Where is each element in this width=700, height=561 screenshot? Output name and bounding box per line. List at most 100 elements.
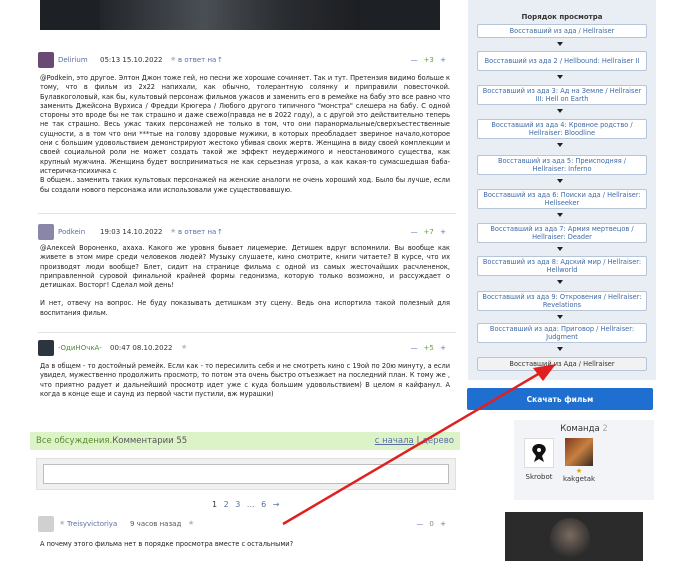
comment-body: А почему этого фильма нет в порядке прос… [40,540,294,548]
avatar[interactable] [38,224,54,240]
up-arrow-icon[interactable]: ↑ [217,228,223,236]
avatar[interactable] [38,516,54,532]
comment-input[interactable] [43,464,449,484]
page-left-gutter [0,0,18,561]
comments-count: Комментарии 55 [112,436,188,446]
comment-header: ★ Treisyvictoriya 9 часов назад ★ — 0 + [38,516,456,532]
comment-date: 19:03 14.10.2022 [100,228,163,236]
vote-down-button[interactable]: — [411,56,418,64]
team-label: Команда [560,424,600,434]
watch-order-title: Порядок просмотра [521,13,603,21]
star-icon[interactable]: ★ [170,227,176,235]
watch-order-item[interactable]: Восставший из ада 8: Адский мир / Hellra… [477,256,647,276]
comment-author[interactable]: Treisyvictoriya [67,520,117,528]
comment-header: -ОдиНОчкА- 00:47 08.10.2022 ★ — +5 + [38,340,456,356]
sort-from-start-link[interactable]: с начала [375,436,414,446]
star-icon: ★ [575,467,583,475]
comment-score: — +7 + [411,228,446,236]
comment-text: Да в общем - то достойный ремейк. Если к… [40,362,450,399]
comment-body-2: И нет, отвечу на вопрос. Не буду показыв… [40,299,450,317]
page-link[interactable]: 6 [261,500,266,509]
team-member[interactable]: Skrobot [524,438,554,481]
reply-to-link[interactable]: в ответ на [178,228,216,236]
page-link[interactable]: 2 [224,500,229,509]
comment-body-2: В общем.. заменить таких культовых персо… [40,176,450,194]
watch-order-item[interactable]: Восставший из ада 5: Преисподняя / Hellr… [477,155,647,175]
banner-image [100,0,360,30]
up-arrow-icon[interactable]: ↑ [217,56,223,64]
watch-order-item[interactable]: Восставший из ада 4: Кровное родство / H… [477,119,647,139]
comment-body: @Алексей Вороненко, ахаха. Какого же уро… [40,244,450,290]
score-value: 0 [429,520,434,528]
cobra-logo-icon [532,444,546,462]
watch-order-panel: Порядок просмотра Восставший из ада / He… [468,0,656,380]
vote-up-button[interactable]: + [440,56,446,64]
movie-still-banner [40,0,440,30]
comment-author[interactable]: -ОдиНОчкА- [58,344,102,352]
team-panel: Команда 2 Skrobot ★ kakgetak [514,420,654,500]
watch-order-item[interactable]: Восставший из ада 2 / Hellbound: Hellrai… [477,51,647,71]
member-avatar[interactable] [524,438,554,468]
star-icon[interactable]: ★ [188,519,194,527]
sort-controls: с начала | дерево [375,436,454,446]
watch-order-item[interactable]: Восставший из ада: Приговор / Hellraiser… [477,323,647,343]
down-arrow-icon [557,109,563,113]
down-arrow-icon [557,179,563,183]
star-icon[interactable]: ★ [181,343,187,351]
movie-poster[interactable] [505,512,643,561]
vote-down-button[interactable]: — [411,344,418,352]
member-avatar[interactable] [565,438,593,466]
watch-order-item[interactable]: Восставший из Ада / Hellraiser [477,357,647,371]
download-button[interactable]: Скачать фильм [467,388,653,410]
page-link[interactable]: 1 [212,500,217,509]
down-arrow-icon [557,315,563,319]
team-count: 2 [602,424,608,434]
down-arrow-icon [557,347,563,351]
comment-text: А почему этого фильма нет в порядке прос… [40,540,450,549]
avatar[interactable] [38,340,54,356]
sort-tree-link[interactable]: дерево [422,436,454,446]
comment-score: — +5 + [411,344,446,352]
divider [38,213,456,214]
discussion-title: Все обсуждения.Комментарии 55 [36,436,187,446]
team-member[interactable]: ★ kakgetak [562,438,596,483]
avatar[interactable] [38,52,54,68]
page-link[interactable]: 3 [235,500,240,509]
comment-body: Да в общем - то достойный ремейк. Если к… [40,362,450,398]
pagination: 1 2 3 ... 6 → [212,500,283,509]
all-discussions-link[interactable]: Все обсуждения. [36,436,112,446]
comment-author[interactable]: Podkein [58,228,85,236]
next-page-button[interactable]: → [273,500,280,509]
vote-up-button[interactable]: + [440,520,446,528]
team-title: Команда 2 [514,424,654,434]
star-icon[interactable]: ★ [170,55,176,63]
member-name[interactable]: kakgetak [562,475,596,483]
star-icon[interactable]: ★ [59,519,65,527]
watch-order-item[interactable]: Восставший из ада 7: Армия мертвецов / H… [477,223,647,243]
comment-header: Delirium 05:13 15.10.2022 ★ в ответ на ↑… [38,52,456,68]
comment-text: @Алексей Вороненко, ахаха. Какого же уро… [40,244,450,318]
down-arrow-icon [557,213,563,217]
page-ellipsis: ... [246,500,255,509]
vote-down-button[interactable]: — [416,520,423,528]
member-name[interactable]: Skrobot [524,473,554,481]
watch-order-item[interactable]: Восставший из ада 9: Откровения / Hellra… [477,291,647,311]
watch-order-item[interactable]: Восставший из ада / Hellraiser [477,24,647,38]
discussion-bar: Все обсуждения.Комментарии 55 с начала |… [30,432,460,450]
vote-up-button[interactable]: + [440,344,446,352]
down-arrow-icon [557,280,563,284]
vote-up-button[interactable]: + [440,228,446,236]
down-arrow-icon [557,42,563,46]
comment-score: — 0 + [416,520,446,528]
comment-form [36,458,456,490]
comment-author[interactable]: Delirium [58,56,88,64]
score-value: +7 [423,228,434,236]
comment-body: @Podkein, это другое. Элтон Джон тоже ге… [40,74,450,175]
reply-to-link[interactable]: в ответ на [178,56,216,64]
divider [38,332,456,333]
watch-order-item[interactable]: Восставший из ада 3: Ад на Земле / Hellr… [477,85,647,105]
watch-order-item[interactable]: Восставший из ада 6: Поиски ада / Hellra… [477,189,647,209]
vote-down-button[interactable]: — [411,228,418,236]
sort-separator: | [416,436,420,446]
score-value: +3 [423,56,434,64]
